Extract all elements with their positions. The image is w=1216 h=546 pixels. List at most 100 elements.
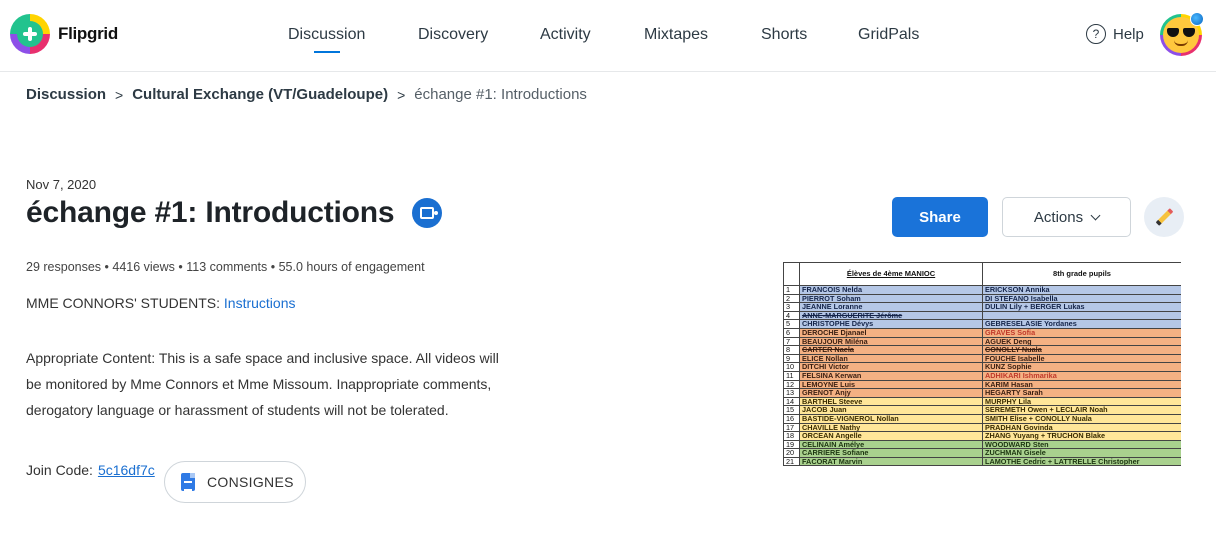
left-pupil-cell: BASTIDE-VIGNEROL Nollan [799, 413, 983, 424]
row-number: 12 [783, 379, 800, 390]
share-button[interactable]: Share [892, 197, 988, 237]
nav-tab-shorts[interactable]: Shorts [761, 26, 807, 44]
topic-title-row: échange #1: Introductions [26, 196, 443, 230]
row-number: 11 [783, 370, 800, 381]
row-number: 7 [783, 336, 800, 347]
left-pupil-cell: PIERROT Soham [799, 293, 983, 304]
attachment-label: CONSIGNES [207, 474, 294, 490]
left-pupil-cell: JACOB Juan [799, 405, 983, 415]
app-name: Flipgrid [58, 24, 118, 43]
left-pupil-cell: FACORAT Marvin [799, 456, 983, 467]
table-row: 10 DITCHI Victor KUNZ Sophie [783, 362, 1181, 372]
table-row: 7 BEAUJOUR Miléna AGUEK Deng [783, 336, 1181, 347]
breadcrumb-discussion[interactable]: Discussion [26, 86, 106, 103]
right-pupil-cell: SEREMETH Owen + LECLAIR Noah [982, 405, 1181, 415]
breadcrumb: Discussion > Cultural Exchange (VT/Guade… [26, 86, 587, 103]
table-row: 12 LEMOYNE Luis KARIM Hasan [783, 379, 1181, 390]
right-pupil-cell: GEBRESELASIE Yordanes [982, 319, 1181, 329]
left-pupil-cell: ORCEAN Angelle [799, 431, 983, 441]
row-number: 20 [783, 448, 800, 458]
left-pupil-cell: CHAVILLE Nathy [799, 422, 983, 433]
left-pupil-cell: FELSINA Kerwan [799, 370, 983, 381]
breadcrumb-separator: > [115, 86, 124, 103]
right-pupil-cell: WOODWARD Sten [982, 439, 1181, 450]
row-number: 14 [783, 396, 800, 407]
actions-label: Actions [1033, 208, 1084, 226]
question-mark-icon: ? [1086, 24, 1106, 44]
row-number: 8 [783, 345, 800, 355]
instructions-line: MME CONNORS' STUDENTS: Instructions [26, 295, 296, 311]
table-header-row: Élèves de 4ème MANIOC 8th grade pupils [783, 262, 1181, 286]
nav-tab-discussion[interactable]: Discussion [288, 26, 365, 44]
left-pupil-cell: BEAUJOUR Miléna [799, 336, 983, 347]
table-header-number [783, 262, 800, 286]
row-number: 5 [783, 319, 800, 329]
right-pupil-cell: AGUEK Deng [982, 336, 1181, 347]
nav-tab-gridpals[interactable]: GridPals [858, 26, 919, 44]
left-pupil-cell: JEANNE Loranne [799, 302, 983, 312]
right-pupil-cell: PRADHAN Govinda [982, 422, 1181, 433]
help-label: Help [1113, 25, 1144, 43]
left-pupil-cell: CELINAIN Amélye [799, 439, 983, 450]
left-pupil-cell: BARTHEL Steeve [799, 396, 983, 407]
breadcrumb-group[interactable]: Cultural Exchange (VT/Guadeloupe) [132, 86, 388, 103]
row-number: 2 [783, 293, 800, 304]
flipgrid-logo[interactable]: Flipgrid [10, 14, 118, 54]
join-code-line: Join Code: 5c16df7c [26, 462, 155, 478]
right-pupil-cell: DI STEFANO Isabella [982, 293, 1181, 304]
chevron-down-icon [1090, 210, 1101, 220]
table-row: 18 ORCEAN Angelle ZHANG Yuyang + TRUCHON B… [783, 431, 1181, 441]
breadcrumb-current: échange #1: Introductions [414, 86, 587, 103]
consignes-attachment-button[interactable]: CONSIGNES [164, 461, 306, 503]
table-body: 1 FRANCOIS Nelda ERICKSON Annika 2 PIERROT S… [783, 285, 1181, 467]
help-button[interactable]: ? Help [1086, 24, 1144, 44]
table-row: 14 BARTHEL Steeve MURPHY Lila [783, 396, 1181, 407]
row-number: 4 [783, 310, 800, 321]
edit-topic-button[interactable] [1144, 197, 1184, 237]
table-row: 1 FRANCOIS Nelda ERICKSON Annika [783, 285, 1181, 295]
row-number: 19 [783, 439, 800, 450]
topic-attachment-image[interactable]: Élèves de 4ème MANIOC 8th grade pupils 1… [783, 262, 1181, 546]
actions-dropdown[interactable]: Actions [1002, 197, 1131, 237]
row-number: 3 [783, 302, 800, 312]
right-pupil-cell: HEGARTY Sarah [982, 388, 1181, 398]
left-pupil-cell: DITCHI Victor [799, 362, 983, 372]
topic-date: Nov 7, 2020 [26, 177, 97, 192]
table-row: 2 PIERROT Soham DI STEFANO Isabella [783, 293, 1181, 304]
table-header-right: 8th grade pupils [982, 262, 1181, 286]
flipgrid-logo-icon [10, 14, 50, 54]
row-number: 17 [783, 422, 800, 433]
right-pupil-cell: ADHIKARI Ishmarika [982, 370, 1181, 381]
table-row: 11 FELSINA Kerwan ADHIKARI Ishmarika [783, 370, 1181, 381]
user-avatar[interactable] [1160, 12, 1204, 56]
table-row: 20 CARRIERE Sofiane ZUCHMAN Gisele [783, 448, 1181, 458]
google-doc-icon [181, 473, 195, 491]
description-line: be monitored by Mme Connors et Mme Misso… [26, 376, 492, 392]
table-row: 5 CHRISTOPHE Dévys GEBRESELASIE Yordanes [783, 319, 1181, 329]
right-pupil-cell: FOUCHE Isabelle [982, 353, 1181, 364]
table-row: 15 JACOB Juan SEREMETH Owen + LECLAIR Noah [783, 405, 1181, 415]
nav-tab-discovery[interactable]: Discovery [418, 26, 488, 44]
table-row: 9 ELICE Nollan FOUCHE Isabelle [783, 353, 1181, 364]
closed-caption-icon[interactable] [412, 198, 443, 228]
row-number: 10 [783, 362, 800, 372]
row-number: 9 [783, 353, 800, 364]
table-row: 6 DEROCHE Djanael GRAVES Sofia [783, 327, 1181, 338]
left-pupil-cell: LEMOYNE Luis [799, 379, 983, 390]
right-pupil-cell: KARIM Hasan [982, 379, 1181, 390]
table-row: 4 ANNE-MARGUERITE Jérôme [783, 310, 1181, 321]
row-number: 21 [783, 456, 800, 467]
row-number: 15 [783, 405, 800, 415]
top-navigation-bar: Flipgrid Discussion Discovery Activity M… [0, 0, 1216, 72]
table-row: 16 BASTIDE-VIGNEROL Nollan SMITH Elise + C… [783, 413, 1181, 424]
left-pupil-cell: FRANCOIS Nelda [799, 285, 983, 295]
right-pupil-cell: LAMOTHE Cedric + LATTRELLE Christopher [982, 456, 1181, 467]
join-code-link[interactable]: 5c16df7c [98, 462, 155, 478]
right-pupil-cell: MURPHY Lila [982, 396, 1181, 407]
instructions-link[interactable]: Instructions [224, 295, 296, 311]
left-pupil-cell: GRENOT Anjy [799, 388, 983, 398]
nav-tab-mixtapes[interactable]: Mixtapes [644, 26, 708, 44]
row-number: 6 [783, 327, 800, 338]
right-pupil-cell: ZHANG Yuyang + TRUCHON Blake [982, 431, 1181, 441]
nav-tab-activity[interactable]: Activity [540, 26, 591, 44]
